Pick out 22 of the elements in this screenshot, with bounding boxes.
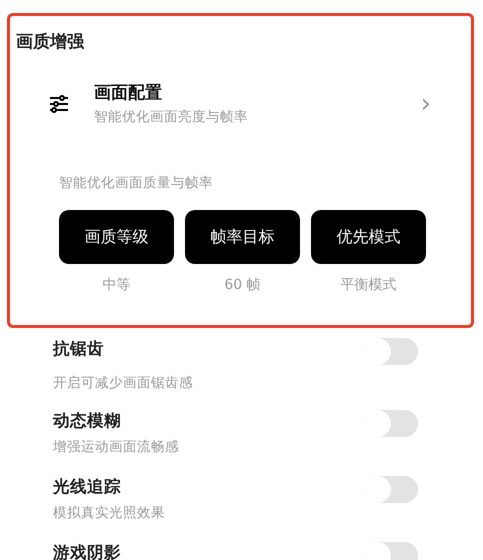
preset-value: 平衡模式	[340, 276, 396, 294]
chevron-icon: ›	[420, 90, 431, 116]
config-row[interactable]: 画面配置 智能优化画面亮度与帧率 ›	[16, 81, 471, 126]
setting-description: 增强运动画面流畅感	[53, 438, 179, 456]
config-subtitle: 智能优化画面亮度与帧率	[94, 108, 249, 126]
setting-description: 模拟真实光照效果	[53, 504, 165, 522]
toggle-switch[interactable]	[364, 338, 418, 365]
sliders-icon	[49, 94, 69, 112]
config-title: 画面配置	[94, 82, 163, 104]
presets-caption: 智能优化画面质量与帧率	[59, 174, 214, 192]
preset-button[interactable]: 帧率目标	[185, 210, 300, 264]
setting-title: 光线追踪	[53, 476, 122, 498]
toggle-switch[interactable]	[364, 476, 418, 503]
setting-title: 动态模糊	[53, 410, 122, 432]
preset-button[interactable]: 优先模式	[311, 210, 426, 264]
toggle-switch[interactable]	[364, 410, 418, 437]
preset-value: 60 帧	[224, 276, 261, 294]
preset-button[interactable]: 画质等级	[59, 210, 174, 264]
preset-value: 中等	[102, 276, 130, 294]
section-title: 画质增强	[16, 31, 86, 53]
setting-title: 抗锯齿	[53, 338, 105, 360]
setting-description: 开启可减少画面锯齿感	[53, 374, 193, 392]
